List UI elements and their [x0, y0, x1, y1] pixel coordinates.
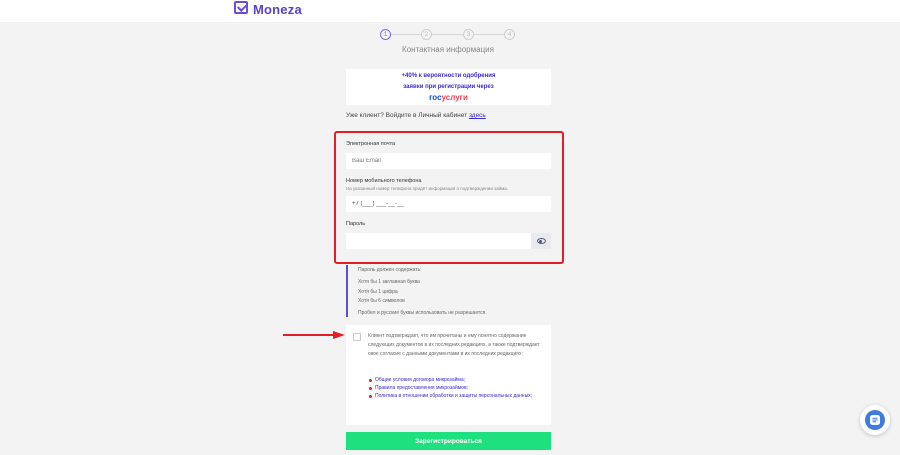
- existing-client-text: Уже клиент? Войдите в Личный кабинет: [346, 112, 468, 119]
- red-arrow-icon: [283, 331, 345, 339]
- gosuslugi-logo[interactable]: госуслуги: [346, 93, 551, 103]
- phone-hint: На указанный номер телефона придёт инфор…: [346, 186, 509, 191]
- eye-icon: [536, 238, 546, 244]
- logo-text: Moneza: [253, 1, 302, 17]
- password-field[interactable]: [346, 233, 531, 249]
- email-field[interactable]: [346, 153, 551, 169]
- gosuslugi-logo-part2: услуги: [441, 93, 468, 102]
- email-label: Электронная почта: [346, 141, 396, 147]
- password-rules: Пароль должен содержать: Хотя бы 1 загла…: [346, 265, 546, 317]
- chat-button[interactable]: [860, 405, 890, 435]
- step-title: Контактная информация: [402, 45, 494, 54]
- password-rules-note: Пробел и русские буквы использовать не р…: [358, 310, 487, 316]
- password-visibility-toggle[interactable]: [531, 233, 551, 249]
- gosuslugi-line-2: заявки при регистрации через: [403, 84, 494, 90]
- step-3: 3: [463, 29, 474, 40]
- password-label: Пароль: [346, 221, 366, 227]
- step-1: 1: [380, 29, 391, 40]
- phone-label: Номер мобильного телефона: [346, 178, 422, 184]
- gosuslugi-banner[interactable]: +40% к вероятности одобрения заявки при …: [346, 69, 551, 105]
- consent-text: Клиент подтверждает, что им прочитаны и …: [368, 333, 540, 357]
- chat-icon: [865, 410, 885, 430]
- step-2: 2: [421, 29, 432, 40]
- register-button[interactable]: Зарегистрироваться: [346, 432, 551, 450]
- document-link-loan-rules[interactable]: Правила предоставления микрозаймов;: [368, 384, 543, 392]
- logo-check-icon: [234, 0, 248, 14]
- document-link-privacy-policy[interactable]: Политика в отношении обработки и защиты …: [368, 392, 543, 400]
- existing-client-note: Уже клиент? Войдите в Личный кабинет зде…: [346, 112, 486, 119]
- password-rule-1: Хотя бы 1 заглавная буква: [358, 279, 420, 285]
- step-line: [386, 34, 509, 35]
- password-rule-2: Хотя бы 1 цифра: [358, 289, 398, 295]
- document-list: Общие условия договора микрозайма; Прави…: [368, 376, 543, 400]
- step-indicator: 1 2 3 4: [380, 29, 515, 41]
- gosuslugi-line-1: +40% к вероятности одобрения: [401, 73, 496, 79]
- step-4: 4: [504, 29, 515, 40]
- document-link-general-terms[interactable]: Общие условия договора микрозайма;: [368, 376, 543, 384]
- phone-field[interactable]: [346, 196, 551, 212]
- top-bar: Moneza: [0, 0, 900, 22]
- password-rules-title: Пароль должен содержать:: [358, 267, 422, 273]
- logo[interactable]: Moneza: [234, 0, 302, 18]
- consent-checkbox[interactable]: [353, 333, 361, 341]
- gosuslugi-logo-part1: гос: [429, 93, 442, 102]
- password-rule-3: Хотя бы 6 символов: [358, 298, 405, 304]
- login-link[interactable]: здесь: [469, 112, 486, 119]
